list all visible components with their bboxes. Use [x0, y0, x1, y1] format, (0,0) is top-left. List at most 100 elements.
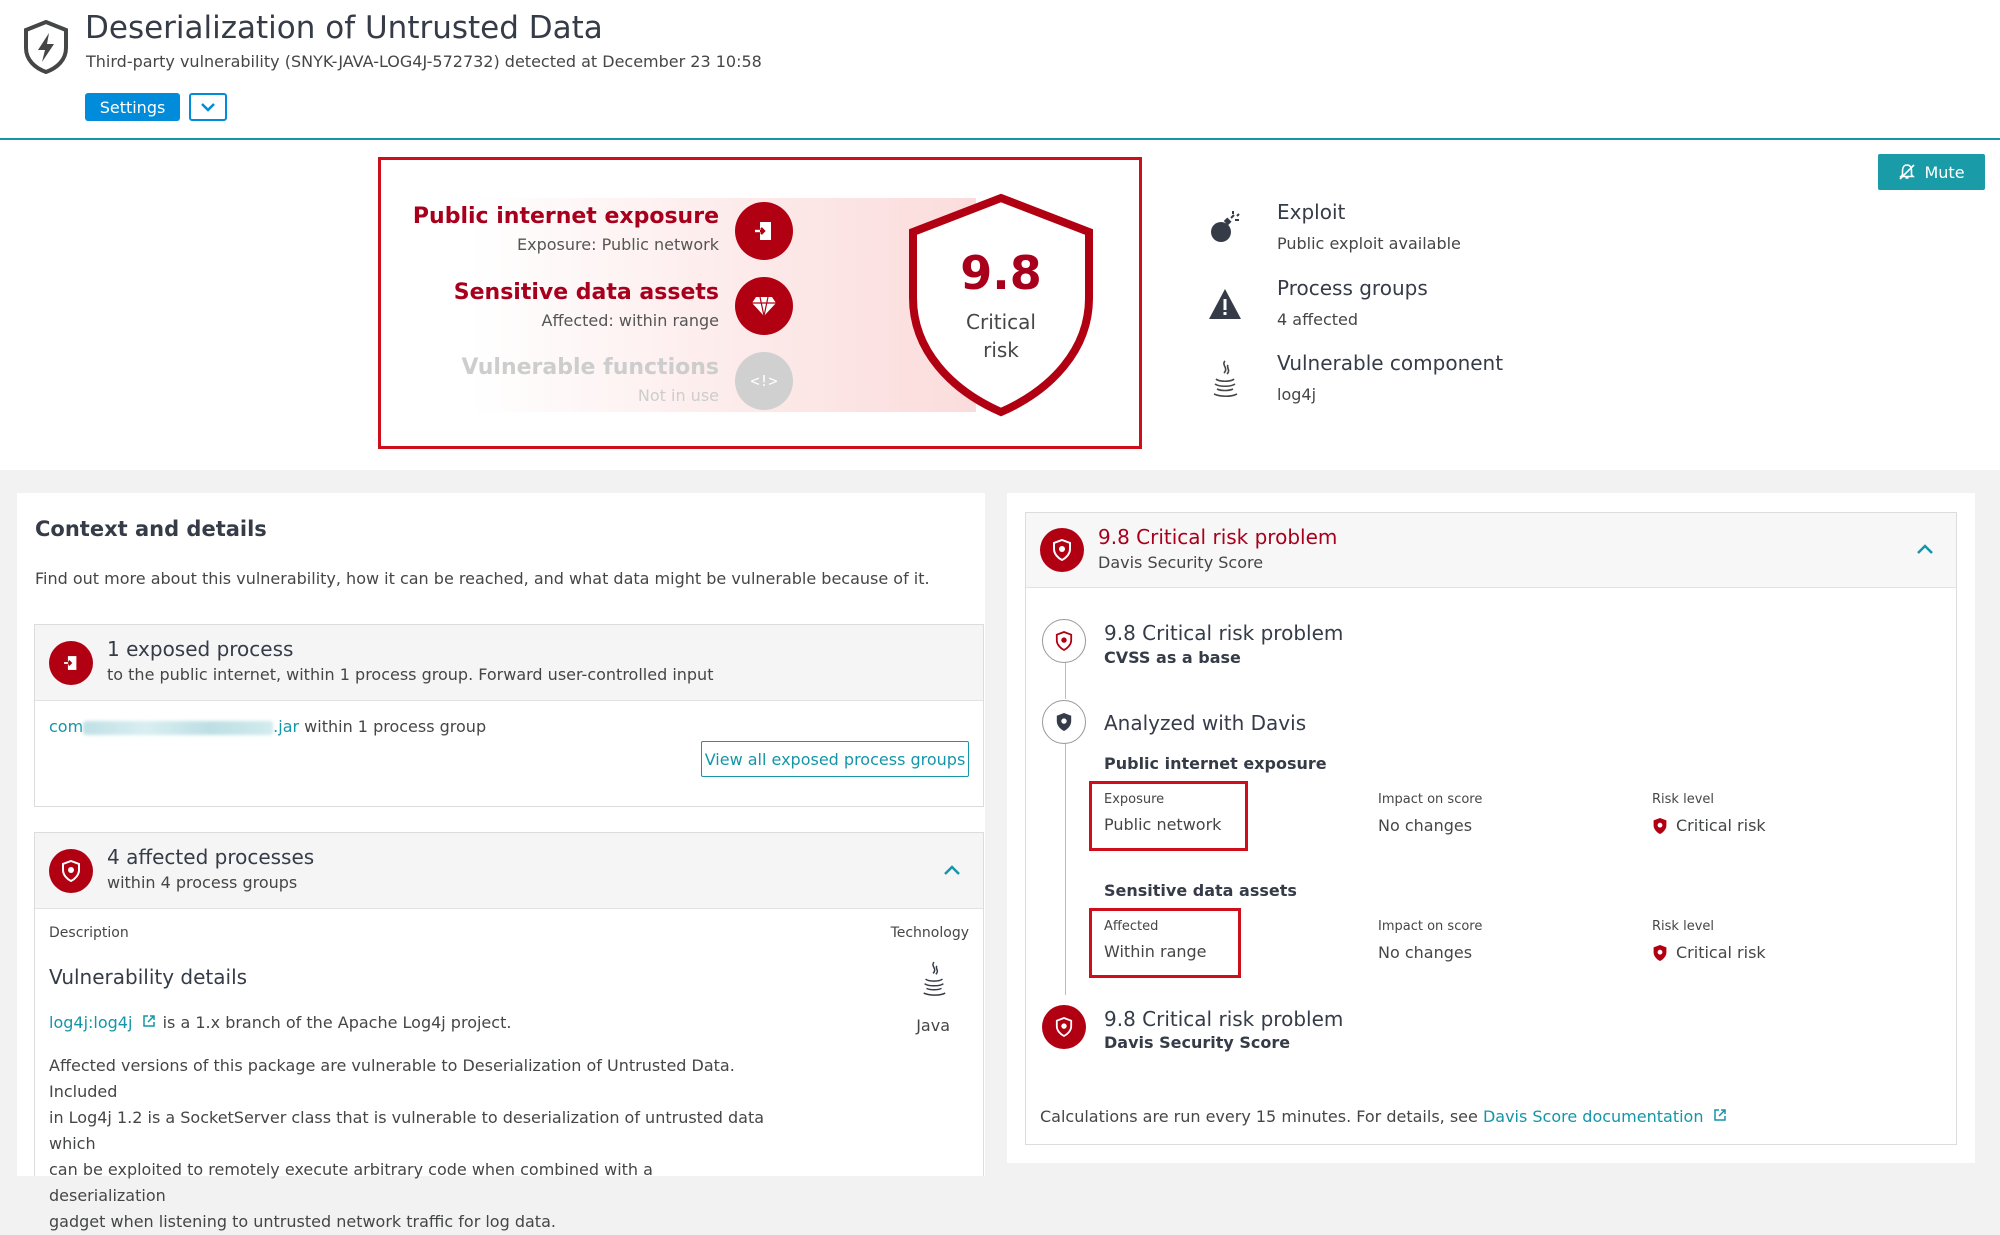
davis-score-panel: 9.8 Critical risk problem Davis Security…: [1025, 512, 1957, 1145]
context-card: Context and details Find out more about …: [17, 493, 985, 1231]
shield-icon: [1042, 1005, 1086, 1049]
risk-score-label-2: risk: [983, 338, 1019, 362]
technology-label: Java: [916, 1016, 950, 1035]
risk-factor-title: Vulnerable functions: [461, 355, 719, 380]
exposure-icon: [735, 202, 793, 260]
exposed-process-header: 1 exposed process to the public internet…: [35, 625, 983, 701]
java-icon: [919, 959, 949, 1003]
settings-button[interactable]: Settings: [85, 93, 180, 121]
chevron-up-icon[interactable]: [1914, 538, 1936, 560]
process-group-line: com .jar within 1 process group: [49, 717, 486, 736]
chevron-down-icon: [201, 103, 215, 112]
risk-factor-functions: Vulnerable functions Not in use: [462, 355, 719, 405]
davis-icon: [1042, 700, 1086, 744]
mute-button[interactable]: Mute: [1878, 154, 1985, 190]
step3-title: 9.8 Critical risk problem: [1104, 1007, 1344, 1031]
risk-level-label: Risk level: [1652, 792, 1714, 807]
page-title: Deserialization of Untrusted Data: [85, 10, 603, 46]
view-exposed-groups-button[interactable]: View all exposed process groups: [701, 741, 969, 777]
fact-title: Exploit: [1277, 200, 1346, 224]
sensitive-section-title: Sensitive data assets: [1104, 881, 1297, 900]
risk-factor-title: Sensitive data assets: [453, 280, 719, 305]
column-description: Description: [49, 925, 129, 941]
shield-icon: [1040, 528, 1084, 572]
context-description: Find out more about this vulnerability, …: [35, 569, 930, 588]
affected-processes-title: 4 affected processes: [107, 845, 315, 869]
redacted-process-name: [83, 720, 274, 735]
vulnerability-details-title: Vulnerability details: [49, 965, 248, 989]
paragraph-line: in Log4j 1.2 is a SocketServer class tha…: [49, 1108, 765, 1153]
fact-sub: log4j: [1277, 385, 1317, 404]
shield-icon: [1042, 619, 1086, 663]
step2-title: Analyzed with Davis: [1104, 711, 1307, 735]
affected-label: Affected: [1104, 919, 1159, 934]
settings-dropdown-button[interactable]: [189, 93, 227, 121]
mute-label: Mute: [1924, 162, 1965, 182]
affected-value: Within range: [1104, 942, 1207, 961]
fact-component: Vulnerable component log4j: [1205, 351, 1605, 411]
fact-sub: 4 affected: [1277, 310, 1359, 329]
risk-level-value: Critical risk: [1652, 943, 1766, 962]
fact-exploit: Exploit Public exploit available: [1205, 200, 1605, 260]
package-link[interactable]: log4j:log4j: [49, 1013, 132, 1032]
step1-sub: CVSS as a base: [1104, 648, 1241, 667]
score-shield-icon: [909, 193, 1093, 417]
risk-factor-sub: Affected: within range: [541, 311, 720, 330]
fact-title: Vulnerable component: [1277, 351, 1504, 375]
impact-label: Impact on score: [1378, 792, 1483, 807]
paragraph-line: gadget when listening to untrusted netwo…: [49, 1212, 556, 1231]
shield-icon: [1653, 944, 1667, 961]
warning-icon: [1205, 284, 1245, 324]
step3-sub: Davis Security Score: [1104, 1033, 1291, 1052]
page-header: Deserialization of Untrusted Data Third-…: [0, 0, 2000, 140]
davis-docs-link[interactable]: Davis Score documentation: [1483, 1107, 1704, 1126]
affected-processes-header[interactable]: 4 affected processes within 4 process gr…: [35, 833, 983, 909]
risk-score-label: Critical risk: [901, 308, 1101, 364]
risk-factor-exposure: Public internet exposure Exposure: Publi…: [413, 204, 719, 254]
code-icon: <!>: [735, 352, 793, 410]
fact-sub: Public exploit available: [1277, 234, 1461, 253]
calculation-note-text: Calculations are run every 15 minutes. F…: [1040, 1107, 1483, 1126]
process-link-suffix: .jar: [273, 717, 300, 736]
impact-label: Impact on score: [1378, 919, 1483, 934]
davis-head-title: 9.8 Critical risk problem: [1098, 525, 1338, 549]
chevron-up-icon[interactable]: [941, 859, 963, 881]
impact-value: No changes: [1378, 816, 1473, 835]
risk-factor-sub: Not in use: [637, 386, 719, 405]
process-link-prefix: com: [49, 717, 84, 736]
external-link-icon: [1713, 1109, 1726, 1121]
exposure-section-title: Public internet exposure: [1104, 754, 1327, 773]
exposure-label: Exposure: [1104, 792, 1165, 807]
bell-off-icon: [1899, 164, 1916, 180]
diamond-icon: [735, 277, 793, 335]
external-link-icon: [142, 1015, 155, 1027]
davis-head-sub: Davis Security Score: [1098, 553, 1264, 572]
affected-processes-sub: within 4 process groups: [107, 873, 298, 892]
affected-processes-panel: 4 affected processes within 4 process gr…: [34, 832, 984, 1231]
exposed-process-panel: 1 exposed process to the public internet…: [34, 624, 984, 807]
risk-score: 9.8: [960, 246, 1042, 300]
impact-value: No changes: [1378, 943, 1473, 962]
davis-header[interactable]: 9.8 Critical risk problem Davis Security…: [1026, 513, 1956, 588]
calculation-note: Calculations are run every 15 minutes. F…: [1040, 1107, 1727, 1126]
paragraph-line: can be exploited to remotely execute arb…: [49, 1160, 653, 1205]
fact-title: Process groups: [1277, 276, 1428, 300]
risk-level-value: Critical risk: [1652, 816, 1766, 835]
process-group-tail: within 1 process group: [299, 717, 487, 736]
package-text: is a 1.x branch of the Apache Log4j proj…: [162, 1013, 512, 1032]
bomb-icon: [1205, 208, 1245, 248]
column-technology: Technology: [890, 925, 969, 941]
process-group-link[interactable]: com .jar: [49, 717, 299, 736]
paragraph-line: Affected versions of this package are vu…: [49, 1056, 735, 1101]
vulnerability-paragraph: Affected versions of this package are vu…: [49, 1053, 769, 1235]
risk-level-label: Risk level: [1652, 919, 1714, 934]
shield-icon: [1653, 817, 1667, 834]
risk-level-text: Critical risk: [1676, 816, 1766, 835]
exposed-process-sub: to the public internet, within 1 process…: [107, 665, 714, 684]
risk-factor-title: Public internet exposure: [412, 204, 719, 229]
timeline-line: [1065, 743, 1066, 995]
exposed-process-title: 1 exposed process: [107, 637, 294, 661]
fact-process-groups: Process groups 4 affected: [1205, 276, 1605, 336]
step1-title: 9.8 Critical risk problem: [1104, 621, 1344, 645]
risk-level-text: Critical risk: [1676, 943, 1766, 962]
